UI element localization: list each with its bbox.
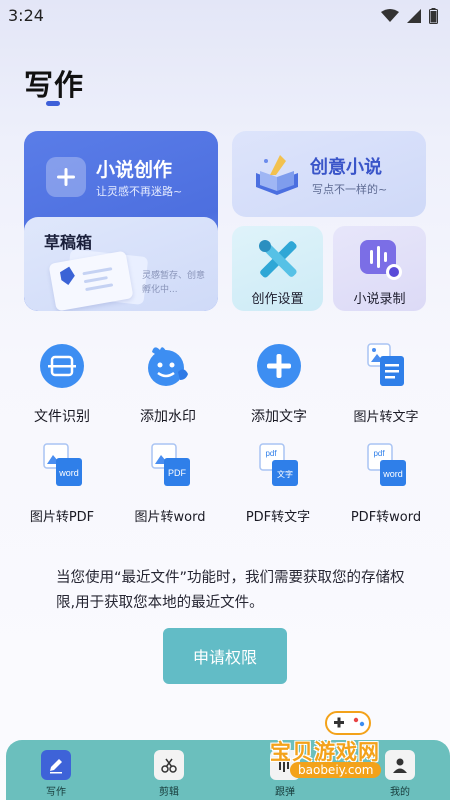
image-to-pdf-icon: PDF <box>142 442 198 498</box>
watermark-icon <box>140 342 196 398</box>
plus-icon <box>46 157 86 197</box>
title-underline <box>46 101 60 106</box>
pen-icon <box>41 750 71 780</box>
tool-image-to-pdf[interactable]: word 图片转PDF <box>12 442 112 525</box>
page-title: 写作 <box>24 68 85 102</box>
nav-label: 剪辑 <box>159 787 179 798</box>
tool-pdf-to-word[interactable]: pdf word PDF转word <box>336 442 436 525</box>
tool-pdf-to-text[interactable]: pdf 文字 PDF转文字 <box>228 442 328 525</box>
watermark-url: baobeiy.com <box>290 762 382 778</box>
novel-record-card[interactable]: 小说录制 <box>333 226 426 311</box>
nav-item-write[interactable]: 写作 <box>26 750 86 798</box>
plus-circle-icon <box>251 342 307 398</box>
pdf-to-text-icon: pdf 文字 <box>250 442 306 498</box>
nav-label: 写作 <box>46 787 66 798</box>
signal-icon <box>407 9 421 23</box>
tool-label: 图片转PDF <box>29 510 95 525</box>
svg-text:word: word <box>382 469 403 479</box>
creation-settings-label: 创作设置 <box>251 292 304 307</box>
scissors-icon <box>154 750 184 780</box>
gamepad-icon <box>325 711 371 735</box>
tool-label: 图片转word <box>134 510 206 525</box>
site-watermark: 宝贝游戏网 baobeiy.com <box>270 706 450 790</box>
creative-novel-card[interactable]: 创意小说 写点不一样的~ <box>232 131 426 217</box>
status-time: 3:24 <box>8 6 44 25</box>
tool-image-to-text[interactable]: 图片转文字 <box>336 342 436 425</box>
svg-text:文字: 文字 <box>277 469 293 479</box>
novel-create-title: 小说创作 <box>96 159 173 181</box>
tool-label: PDF转文字 <box>245 510 311 525</box>
tool-file-recognition[interactable]: 文件识别 <box>12 342 112 426</box>
tool-image-to-word[interactable]: PDF 图片转word <box>120 442 220 525</box>
creation-settings-card[interactable]: 创作设置 <box>232 226 323 311</box>
nav-item-edit[interactable]: 剪辑 <box>139 750 199 798</box>
tool-add-watermark[interactable]: 添加水印 <box>118 342 218 426</box>
tools-icon <box>253 234 303 288</box>
drafts-card[interactable]: 草稿箱 灵感暂存、创意孵化中... <box>24 217 218 311</box>
drafts-hint: 灵感暂存、创意孵化中... <box>142 271 206 295</box>
status-icons <box>381 8 438 24</box>
svg-text:PDF: PDF <box>168 468 187 478</box>
pdf-to-word-icon: pdf word <box>358 442 414 498</box>
permission-notice: 当您使用“最近文件”功能时，我们需要获取您的存储权限,用于获取您本地的最近文件。 <box>56 570 405 611</box>
novel-create-card[interactable]: 小说创作 让灵感不再迷路~ 草稿箱 灵感暂存、创意孵化中... <box>24 131 218 311</box>
novel-create-subtitle: 让灵感不再迷路~ <box>96 185 183 198</box>
image-to-text-icon <box>358 342 414 398</box>
book-icon <box>252 151 302 201</box>
wifi-icon <box>381 9 399 22</box>
drafts-title: 草稿箱 <box>44 233 93 252</box>
scan-icon <box>34 342 90 398</box>
tool-label: PDF转word <box>350 510 422 525</box>
tool-label: 图片转文字 <box>353 410 419 425</box>
status-bar: 3:24 <box>0 0 450 32</box>
creative-novel-title: 创意小说 <box>310 157 382 178</box>
tool-label: 添加水印 <box>140 409 196 425</box>
battery-icon <box>429 8 438 24</box>
svg-text:pdf: pdf <box>373 449 385 458</box>
tool-label: 添加文字 <box>251 409 307 425</box>
svg-text:word: word <box>58 468 79 478</box>
tool-add-text[interactable]: 添加文字 <box>229 342 329 426</box>
voice-record-icon <box>354 234 406 288</box>
tool-label: 文件识别 <box>34 409 90 425</box>
request-permission-button[interactable]: 申请权限 <box>163 628 287 684</box>
novel-record-label: 小说录制 <box>353 292 406 307</box>
image-to-word-icon-1: word <box>34 442 90 498</box>
creative-novel-subtitle: 写点不一样的~ <box>312 183 388 196</box>
svg-text:pdf: pdf <box>265 449 277 458</box>
